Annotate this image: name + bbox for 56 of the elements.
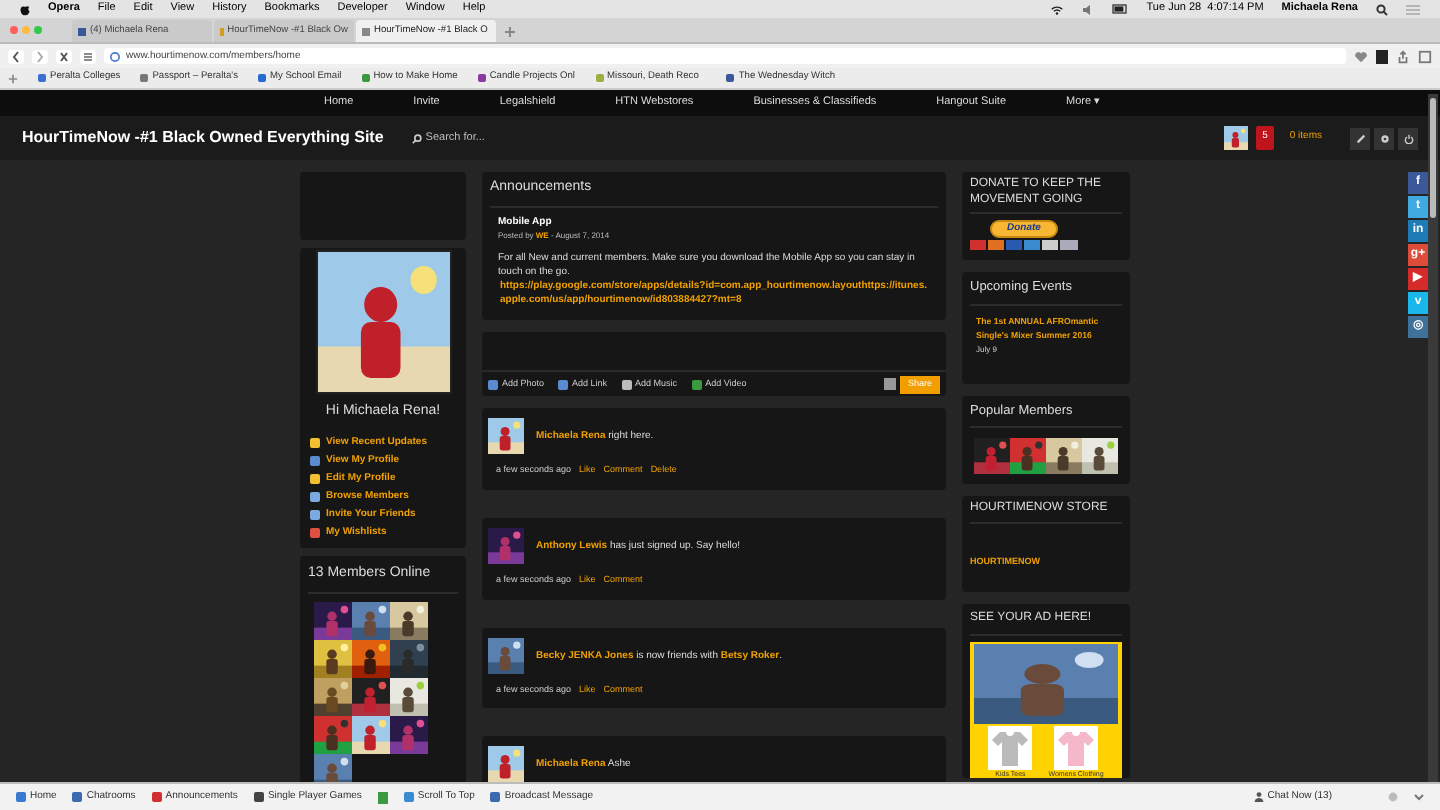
square-icon bbox=[310, 437, 320, 448]
collapse-icon[interactable] bbox=[1414, 792, 1424, 802]
search-icon[interactable] bbox=[1376, 3, 1388, 15]
square-icon[interactable] bbox=[377, 791, 388, 803]
square-icon bbox=[691, 379, 702, 389]
edit-button[interactable] bbox=[1350, 127, 1370, 149]
forward-icon[interactable] bbox=[32, 49, 48, 63]
person-icon bbox=[1253, 792, 1264, 802]
square-icon bbox=[72, 792, 83, 802]
search-icon bbox=[411, 133, 422, 143]
extension-icon[interactable] bbox=[1376, 49, 1388, 63]
shirt-icon bbox=[988, 725, 1033, 770]
site-icon bbox=[362, 27, 370, 35]
square-icon bbox=[558, 379, 569, 389]
power-button[interactable] bbox=[1398, 127, 1418, 149]
apple-icon[interactable] bbox=[20, 3, 30, 15]
close-window-icon[interactable] bbox=[10, 26, 18, 34]
site-icon bbox=[595, 74, 604, 82]
close-icon[interactable] bbox=[56, 49, 72, 63]
back-icon[interactable] bbox=[8, 49, 24, 63]
square-icon bbox=[310, 473, 320, 484]
plus-icon[interactable] bbox=[8, 73, 18, 83]
scrollbar[interactable] bbox=[1428, 94, 1438, 782]
square-icon bbox=[403, 792, 414, 802]
payment-cards-drawing bbox=[970, 240, 1078, 250]
site-icon bbox=[726, 74, 735, 82]
settings-icon bbox=[1379, 133, 1389, 143]
site-icon bbox=[78, 27, 86, 35]
site-icon bbox=[257, 74, 266, 82]
pencil-icon bbox=[1355, 133, 1365, 143]
square-icon bbox=[310, 509, 320, 520]
power-icon bbox=[1403, 133, 1413, 143]
site-title[interactable]: HourTimeNow -#1 Black Owned Everything Site bbox=[22, 126, 384, 150]
square-icon bbox=[310, 491, 320, 502]
globe-icon bbox=[110, 51, 120, 61]
wifi-icon[interactable] bbox=[1050, 3, 1065, 15]
grid-icon[interactable] bbox=[80, 49, 96, 63]
square-icon bbox=[253, 792, 264, 802]
site-icon bbox=[38, 74, 46, 82]
plus-icon[interactable] bbox=[504, 26, 516, 38]
battery-icon[interactable] bbox=[1112, 4, 1129, 14]
square-icon bbox=[310, 455, 320, 466]
site-icon bbox=[140, 74, 149, 82]
snapshot-icon[interactable] bbox=[1418, 49, 1432, 63]
site-icon bbox=[477, 74, 486, 82]
square-icon bbox=[151, 792, 162, 802]
site-icon bbox=[361, 74, 370, 82]
square-icon bbox=[16, 792, 26, 802]
shirt-icon bbox=[1054, 725, 1098, 770]
square-icon bbox=[621, 379, 632, 389]
square-icon bbox=[310, 527, 320, 538]
square-icon bbox=[488, 379, 498, 389]
square-icon bbox=[490, 792, 501, 802]
settings-button[interactable] bbox=[1374, 127, 1394, 149]
heart-icon[interactable] bbox=[1354, 49, 1368, 63]
share-icon[interactable] bbox=[1396, 49, 1410, 63]
